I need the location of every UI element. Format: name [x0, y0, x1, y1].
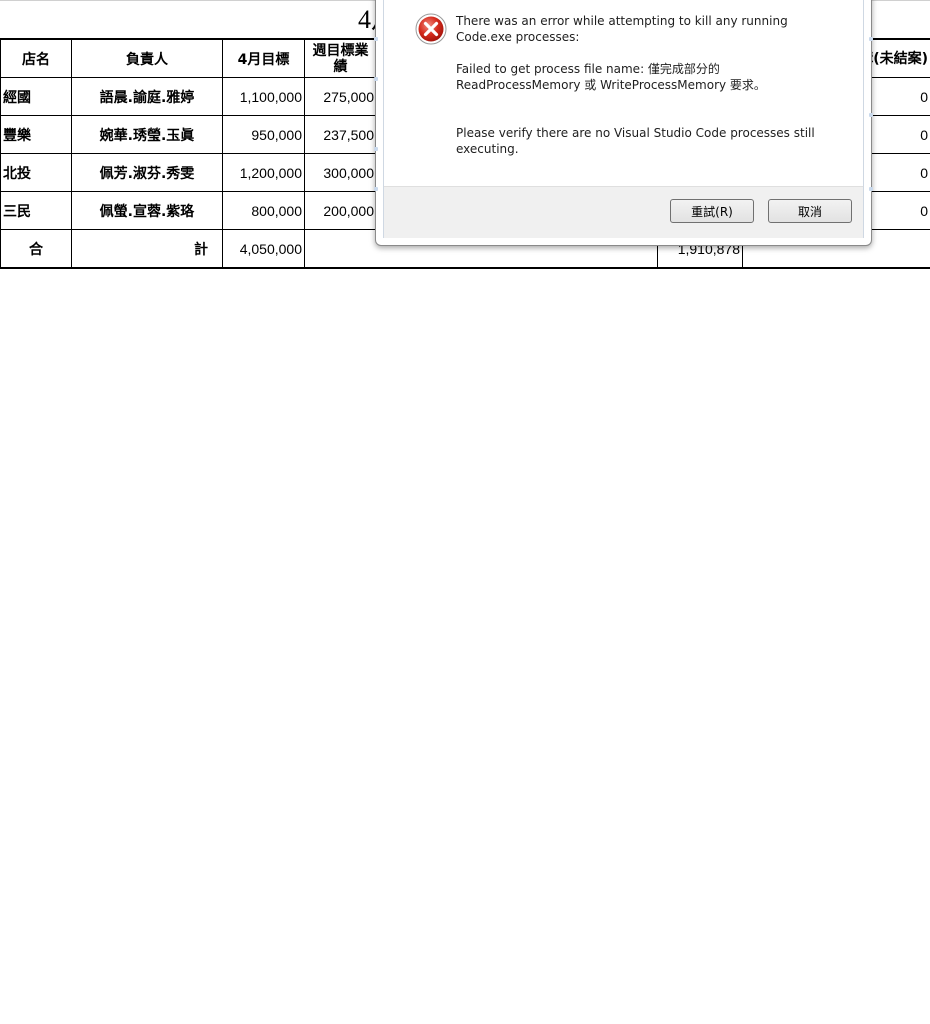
total-label-left[interactable]: 合 [0, 229, 72, 269]
cell-owner[interactable]: 佩螢.宣蓉.紫珞 [71, 191, 223, 230]
cell-owner[interactable]: 婉華.琇瑩.玉眞 [71, 115, 223, 154]
window-edge-marker [869, 37, 873, 41]
cell-weekly[interactable]: 275,000 [304, 77, 377, 116]
cell-target[interactable]: 1,200,000 [222, 153, 305, 192]
header-target[interactable]: 4月目標 [222, 38, 305, 78]
cell-weekly[interactable]: 200,000 [304, 191, 377, 230]
dialog-footer: 重試(R) 取消 [384, 186, 863, 238]
message-line-2: Failed to get process file name: 僅完成部分的 … [456, 62, 766, 92]
window-edge-marker [374, 77, 378, 81]
window-edge-marker [374, 37, 378, 41]
cell-store[interactable]: 三民 [0, 191, 72, 230]
window-edge-marker [869, 187, 873, 191]
cell-target[interactable]: 950,000 [222, 115, 305, 154]
window-edge-marker [374, 147, 378, 151]
retry-button[interactable]: 重試(R) [670, 199, 754, 223]
cell-weekly[interactable]: 237,500 [304, 115, 377, 154]
header-weekly-target[interactable]: 週目標業績 [304, 38, 377, 78]
cell-store[interactable]: 北投 [0, 153, 72, 192]
error-dialog: There was an error while attempting to k… [374, 0, 873, 246]
cell-store[interactable]: 豐樂 [0, 115, 72, 154]
window-edge-marker [374, 187, 378, 191]
total-target[interactable]: 4,050,000 [222, 229, 305, 269]
cell-target[interactable]: 1,100,000 [222, 77, 305, 116]
message-line-3: Please verify there are no Visual Studio… [456, 126, 815, 156]
message-line-1: There was an error while attempting to k… [456, 14, 788, 44]
total-label-right[interactable]: 計 [71, 229, 223, 269]
error-icon [415, 13, 447, 45]
cell-target[interactable]: 800,000 [222, 191, 305, 230]
cell-store[interactable]: 經國 [0, 77, 72, 116]
cell-owner[interactable]: 佩芳.淑芬.秀雯 [71, 153, 223, 192]
window-edge-marker [869, 113, 873, 117]
header-store[interactable]: 店名 [0, 38, 72, 78]
cell-owner[interactable]: 語晨.諭庭.雅婷 [71, 77, 223, 116]
header-owner[interactable]: 負責人 [71, 38, 223, 78]
cell-weekly[interactable]: 300,000 [304, 153, 377, 192]
cancel-button[interactable]: 取消 [768, 199, 852, 223]
